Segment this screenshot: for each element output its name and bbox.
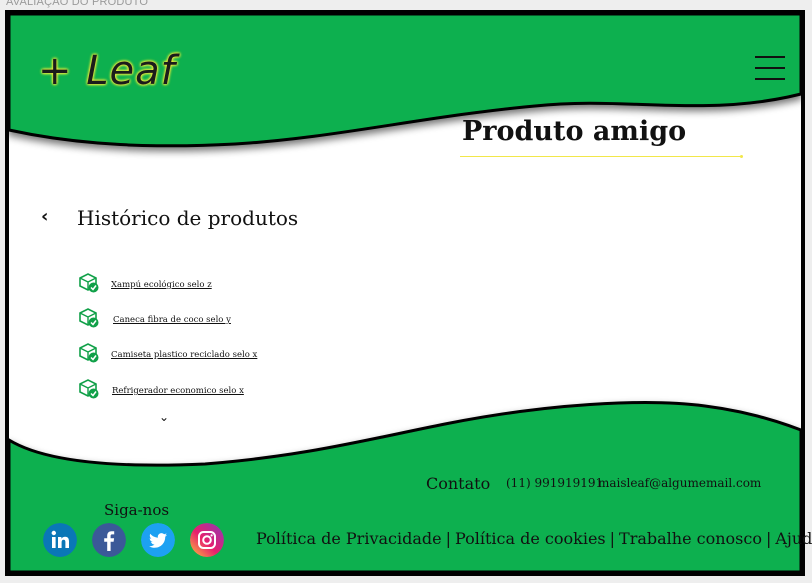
- leaf-logo[interactable]: + Leaf: [38, 48, 176, 94]
- follow-label: Siga-nos: [104, 501, 170, 519]
- item-label[interactable]: Refrigerador economico selo x: [112, 386, 244, 396]
- cookie-policy-link[interactable]: Política de cookies: [455, 529, 606, 548]
- title-underline: [460, 156, 742, 157]
- hamburger-menu-icon[interactable]: [755, 56, 785, 80]
- help-link[interactable]: Ajuda: [775, 529, 812, 548]
- item-label[interactable]: Caneca fibra de coco selo y: [113, 315, 231, 325]
- eco-box-check-icon: [79, 273, 99, 293]
- item-label[interactable]: Xampú ecológico selo z: [111, 280, 212, 290]
- chevron-left-icon[interactable]: ‹: [41, 206, 48, 227]
- contact-label: Contato: [426, 474, 491, 493]
- contact-phone: (11) 991919191: [506, 476, 604, 490]
- privacy-policy-link[interactable]: Política de Privacidade: [256, 529, 442, 548]
- history-title: Histórico de produtos: [77, 206, 299, 230]
- chevron-down-icon[interactable]: ⌄: [159, 410, 169, 424]
- wave-background: [7, 12, 803, 574]
- twitter-icon[interactable]: [141, 523, 175, 557]
- link-separator: |: [609, 529, 616, 548]
- linkedin-icon[interactable]: [43, 523, 77, 557]
- footer-links: Política de Privacidade | Política de cook…: [256, 529, 812, 548]
- link-separator: |: [765, 529, 772, 548]
- eco-box-check-icon: [79, 343, 99, 363]
- app-frame: [5, 10, 805, 576]
- title-underline-dot: [740, 155, 743, 158]
- link-separator: |: [445, 529, 451, 548]
- facebook-icon[interactable]: [92, 523, 126, 557]
- contact-email[interactable]: maisleaf@algumemail.com: [598, 476, 761, 490]
- eco-box-check-icon: [79, 308, 99, 328]
- page-caption: AVALIAÇÃO DO PRODUTO: [6, 0, 149, 8]
- item-label[interactable]: Camiseta plastico reciclado selo x: [111, 350, 257, 360]
- page-title: Produto amigo: [462, 116, 687, 147]
- instagram-icon[interactable]: [190, 523, 224, 557]
- eco-box-check-icon: [79, 379, 99, 399]
- careers-link[interactable]: Trabalhe conosco: [619, 529, 762, 548]
